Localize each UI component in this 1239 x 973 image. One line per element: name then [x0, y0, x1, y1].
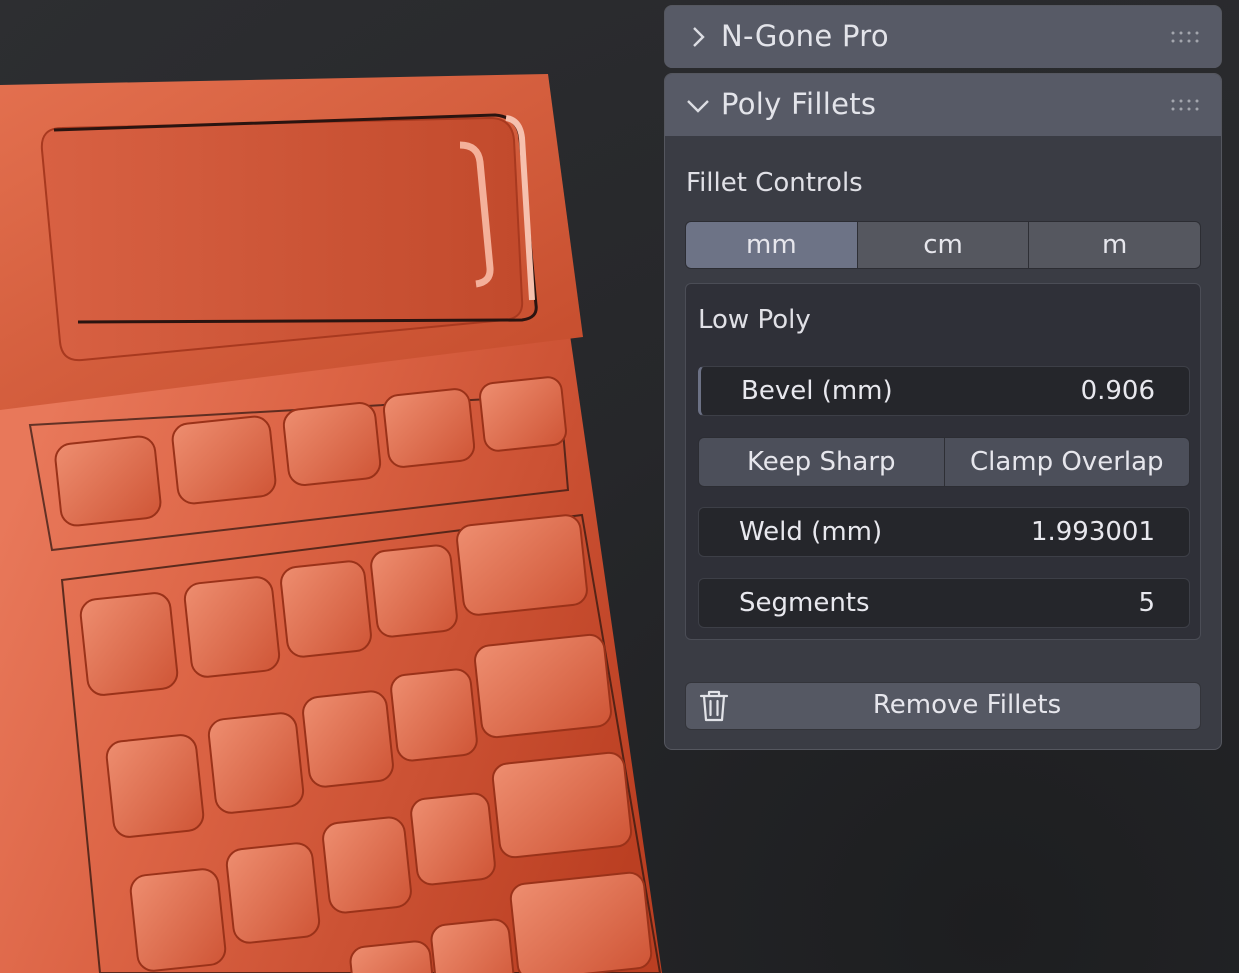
unit-mm-button[interactable]: mm	[686, 222, 858, 268]
segments-label: Segments	[739, 588, 870, 618]
display-recess	[40, 116, 524, 362]
grip-dots-icon[interactable]	[1171, 99, 1199, 111]
chevron-right-icon[interactable]	[687, 26, 709, 48]
low-poly-label: Low Poly	[698, 305, 811, 335]
n-gone-pro-panel: N-Gone Pro	[664, 5, 1222, 68]
panel-header-n-gone-pro[interactable]: N-Gone Pro	[665, 6, 1221, 68]
unit-cm-button[interactable]: cm	[857, 222, 1030, 268]
panel-header-poly-fillets[interactable]: Poly Fillets	[665, 74, 1221, 136]
unit-selector: mm cm m	[685, 221, 1201, 269]
grip-dots-icon[interactable]	[1171, 31, 1199, 43]
bevel-label: Bevel (mm)	[741, 376, 893, 406]
clamp-overlap-toggle[interactable]: Clamp Overlap	[944, 438, 1189, 486]
weld-field[interactable]: Weld (mm) 1.993001	[698, 507, 1190, 557]
remove-fillets-button[interactable]: Remove Fillets	[685, 682, 1201, 730]
fillet-options: Keep Sharp Clamp Overlap	[698, 437, 1190, 487]
low-poly-box: Low Poly Bevel (mm) 0.906 Keep Sharp Cla…	[685, 283, 1201, 640]
unit-m-button[interactable]: m	[1029, 222, 1200, 268]
bevel-value: 0.906	[1080, 376, 1155, 406]
weld-value: 1.993001	[1030, 517, 1155, 547]
segments-field[interactable]: Segments 5	[698, 578, 1190, 628]
fillet-controls-label: Fillet Controls	[686, 168, 863, 198]
poly-fillets-panel: Poly Fillets Fillet Controls mm cm m Low…	[664, 73, 1222, 750]
panel-title: Poly Fillets	[721, 87, 877, 121]
bevel-field[interactable]: Bevel (mm) 0.906	[698, 366, 1190, 416]
remove-fillets-label: Remove Fillets	[872, 690, 1062, 720]
chevron-down-icon[interactable]	[687, 94, 709, 116]
segments-value: 5	[1138, 588, 1155, 618]
calculator-model[interactable]	[0, 74, 662, 973]
weld-label: Weld (mm)	[739, 517, 883, 547]
panel-title: N-Gone Pro	[721, 19, 889, 53]
keep-sharp-toggle[interactable]: Keep Sharp	[699, 438, 945, 486]
